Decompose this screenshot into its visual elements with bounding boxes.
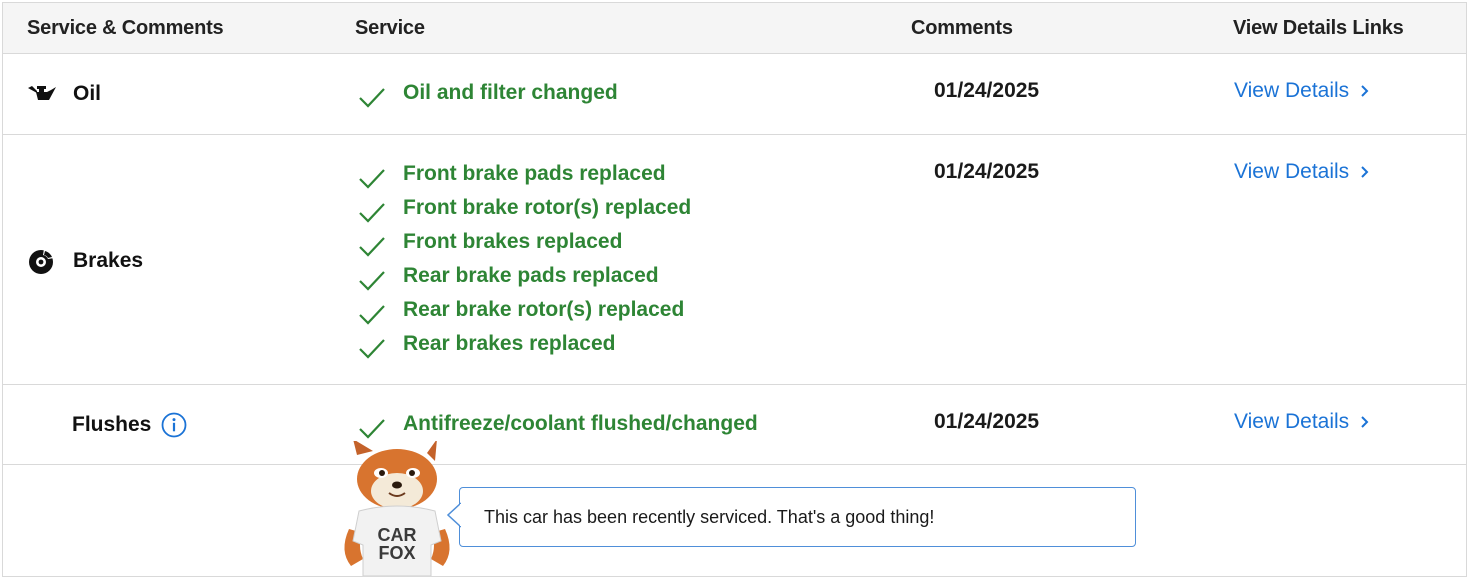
service-item: Oil and filter changed	[358, 76, 618, 110]
category-label: Flushes	[72, 413, 152, 436]
info-icon[interactable]	[161, 412, 187, 438]
category-label: Brakes	[73, 249, 144, 272]
service-list: Antifreeze/coolant flushed/changed	[358, 407, 758, 441]
carfox-mascot: CAR FOX	[344, 441, 450, 576]
header-comments: Comments	[911, 17, 1013, 39]
checkmark-icon	[359, 339, 385, 359]
category-label: Oil	[73, 82, 102, 105]
view-details-label: View Details	[1234, 160, 1350, 183]
checkmark-icon	[359, 169, 385, 189]
service-item: Antifreeze/coolant flushed/changed	[358, 407, 758, 441]
oil-can-icon	[27, 81, 57, 107]
header-links: View Details Links	[1233, 17, 1404, 39]
table-header: Service & Comments Service Comments View…	[3, 3, 1466, 54]
service-text: Oil and filter changed	[403, 81, 618, 104]
table-row-oil: Oil Oil and filter changed 01/24/2025 Vi…	[3, 54, 1466, 135]
service-item: Rear brake rotor(s) replaced	[358, 293, 691, 327]
chevron-right-icon	[1361, 416, 1369, 428]
category-flushes: Flushes	[72, 412, 187, 438]
checkmark-icon	[359, 271, 385, 291]
service-text: Rear brake rotor(s) replaced	[403, 298, 685, 321]
table-row-brakes: Brakes Front brake pads replaced Front b…	[3, 135, 1466, 385]
service-item: Front brake pads replaced	[358, 157, 691, 191]
view-details-label: View Details	[1234, 410, 1350, 433]
service-list: Oil and filter changed	[358, 76, 618, 110]
category-brakes: Brakes	[27, 248, 143, 274]
header-category: Service & Comments	[27, 17, 224, 39]
service-date: 01/24/2025	[934, 160, 1040, 183]
service-item: Rear brake pads replaced	[358, 259, 691, 293]
mascot-shirt-line1: CAR	[378, 525, 417, 545]
info-speech-bubble: This car has been recently serviced. Tha…	[447, 487, 1136, 547]
service-text: Antifreeze/coolant flushed/changed	[403, 412, 758, 435]
brake-disc-icon	[27, 248, 57, 274]
service-item: Front brake rotor(s) replaced	[358, 191, 691, 225]
header-service: Service	[355, 17, 425, 39]
service-date: 01/24/2025	[934, 79, 1040, 102]
chevron-right-icon	[1361, 166, 1369, 178]
checkmark-icon	[359, 419, 385, 439]
bubble-message: This car has been recently serviced. Tha…	[484, 506, 935, 527]
checkmark-icon	[359, 237, 385, 257]
category-oil: Oil	[27, 81, 101, 107]
checkmark-icon	[359, 88, 385, 108]
service-item: Front brakes replaced	[358, 225, 691, 259]
checkmark-icon	[359, 305, 385, 325]
service-footer: CAR FOX This car has been recently servi…	[3, 441, 1466, 576]
checkmark-icon	[359, 203, 385, 223]
view-details-link-brakes[interactable]: View Details	[1234, 160, 1371, 184]
service-list: Front brake pads replaced Front brake ro…	[358, 157, 691, 361]
service-text: Rear brakes replaced	[403, 332, 616, 355]
service-item: Rear brakes replaced	[358, 327, 691, 361]
mascot-shirt-line2: FOX	[378, 543, 415, 563]
table-row-flushes: Flushes Antifreeze/coolant flushed/chang…	[3, 385, 1466, 465]
view-details-label: View Details	[1234, 79, 1350, 102]
view-details-link-oil[interactable]: View Details	[1234, 79, 1371, 103]
view-details-link-flushes[interactable]: View Details	[1234, 410, 1371, 434]
service-text: Front brake rotor(s) replaced	[403, 196, 692, 219]
service-date: 01/24/2025	[934, 410, 1040, 433]
service-history-table: Service & Comments Service Comments View…	[2, 2, 1467, 577]
bubble-tail	[447, 502, 461, 528]
service-text: Front brake pads replaced	[403, 162, 666, 185]
chevron-right-icon	[1361, 85, 1369, 97]
service-text: Front brakes replaced	[403, 230, 623, 253]
service-text: Rear brake pads replaced	[403, 264, 659, 287]
